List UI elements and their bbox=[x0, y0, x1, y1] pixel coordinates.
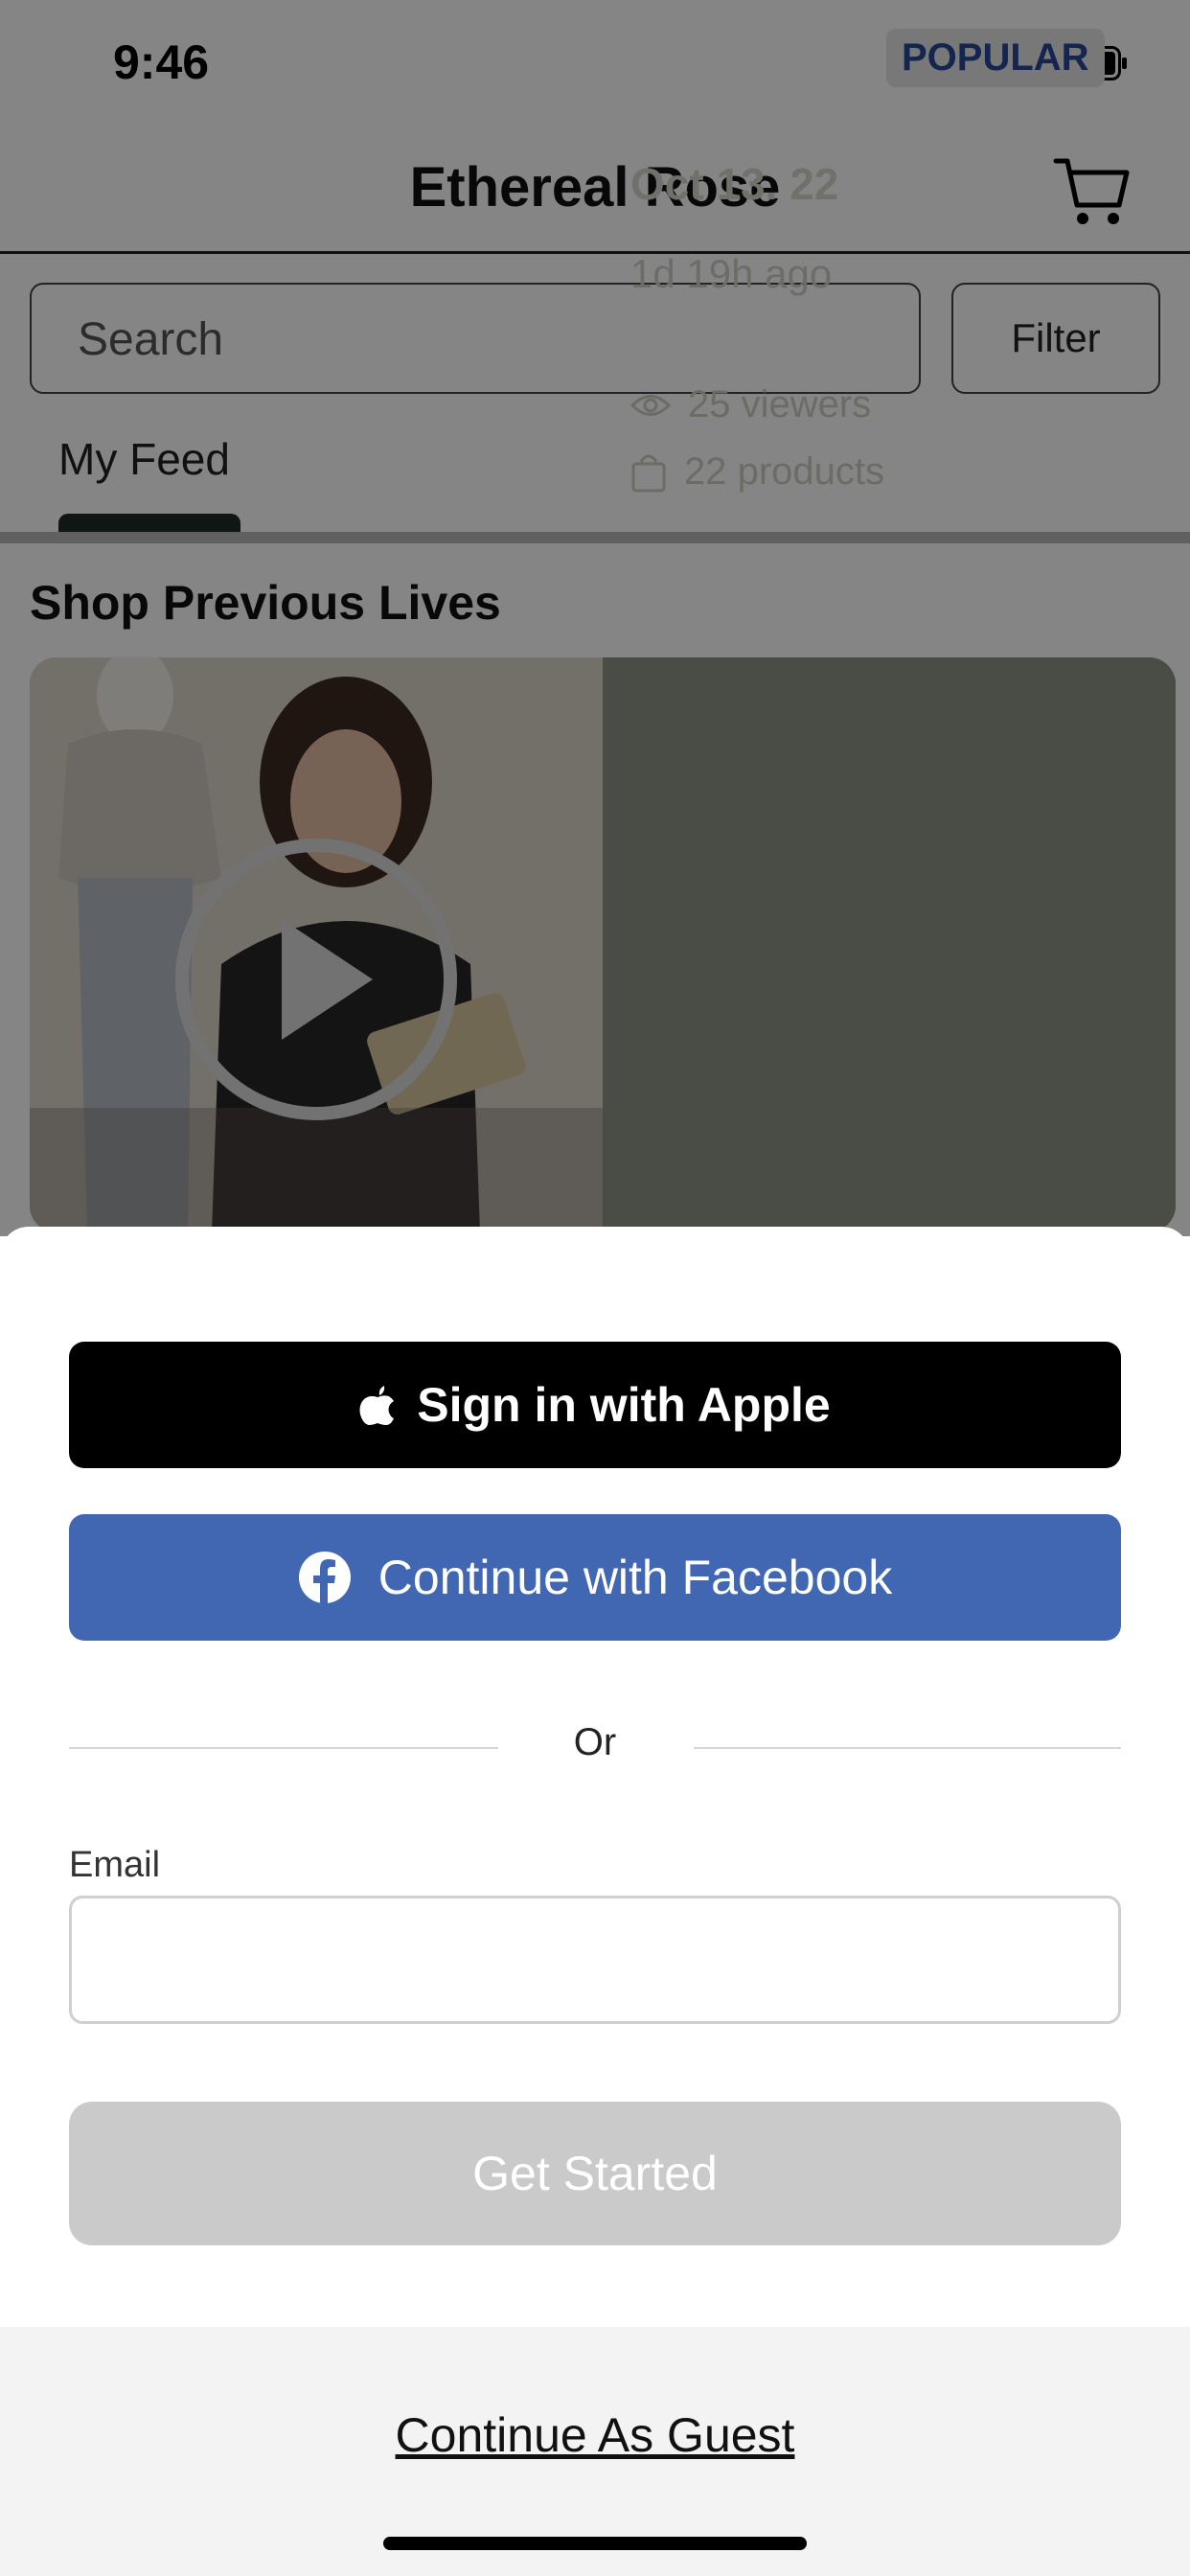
email-field[interactable] bbox=[69, 1896, 1121, 2024]
divider-line-right bbox=[694, 1747, 1121, 1749]
facebook-icon bbox=[298, 1552, 351, 1604]
continue-with-facebook-button[interactable]: Continue with Facebook bbox=[69, 1514, 1121, 1641]
apple-button-label: Sign in with Apple bbox=[417, 1378, 831, 1432]
home-indicator[interactable] bbox=[383, 2537, 807, 2550]
continue-as-guest-link[interactable]: Continue As Guest bbox=[0, 2407, 1190, 2463]
email-label: Email bbox=[69, 1845, 161, 1885]
apple-icon bbox=[359, 1386, 395, 1425]
or-label: Or bbox=[573, 1721, 617, 1763]
or-divider: Or bbox=[69, 1715, 1121, 1773]
facebook-button-label: Continue with Facebook bbox=[378, 1551, 893, 1604]
sign-in-with-apple-button[interactable]: Sign in with Apple bbox=[69, 1342, 1121, 1468]
modal-backdrop[interactable] bbox=[0, 0, 1190, 1236]
get-started-button[interactable]: Get Started bbox=[69, 2102, 1121, 2245]
app-screen: 9:46 Ethereal Rose Search Filter My Feed… bbox=[0, 0, 1190, 2576]
